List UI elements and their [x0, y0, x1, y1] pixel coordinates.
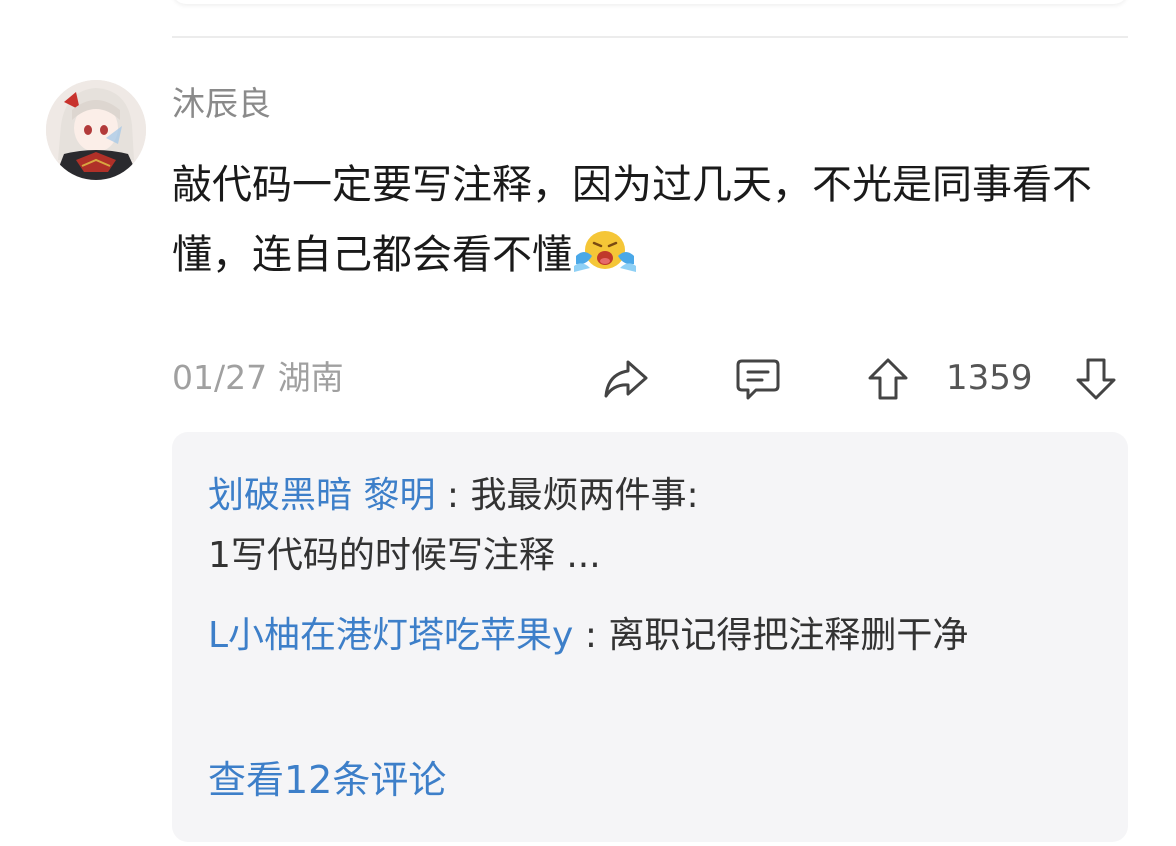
- reply-item[interactable]: 划破黑暗 黎明 : 我最烦两件事: 1写代码的时候写注释 ...: [208, 466, 1088, 586]
- reply-author[interactable]: 划破黑暗 黎明: [208, 475, 435, 516]
- reply-item[interactable]: L小柚在港灯塔吃苹果y : 离职记得把注释删干净: [208, 606, 1088, 666]
- reply-separator: :: [573, 615, 609, 656]
- reply-text: 离职记得把注释删干净: [608, 615, 969, 656]
- comment-date: 01/27: [172, 358, 268, 397]
- comment-page: 沐辰良 敲代码一定要写注释，因为过几天，不光是同事看不懂，连自己都会看不懂 01…: [0, 0, 1176, 846]
- replies-panel: 划破黑暗 黎明 : 我最烦两件事: 1写代码的时候写注释 ... L小柚在港灯塔…: [172, 432, 1128, 842]
- view-more-replies-link[interactable]: 查看12条评论: [208, 750, 446, 810]
- reply-button[interactable]: [734, 356, 782, 402]
- reply-author[interactable]: L小柚在港灯塔吃苹果y: [208, 615, 573, 656]
- share-button[interactable]: [602, 356, 650, 402]
- avatar[interactable]: [46, 80, 146, 180]
- comment-icon: [736, 359, 780, 400]
- previous-card-edge: [172, 0, 1128, 4]
- comment-body: 敲代码一定要写注释，因为过几天，不光是同事看不懂，连自己都会看不懂: [172, 150, 1122, 290]
- downvote-icon: [1076, 358, 1116, 400]
- reply-separator: :: [435, 475, 471, 516]
- upvote-button[interactable]: [866, 356, 910, 402]
- downvote-button[interactable]: [1074, 356, 1118, 402]
- comment-location: 湖南: [277, 358, 344, 397]
- crying-face-emoji-icon: [572, 226, 638, 274]
- comment-meta: 01/27 湖南: [172, 358, 344, 398]
- username[interactable]: 沐辰良: [172, 84, 271, 124]
- divider: [172, 36, 1128, 38]
- upvote-icon: [868, 358, 908, 400]
- share-icon: [604, 360, 648, 398]
- upvote-count: 1359: [946, 358, 1033, 398]
